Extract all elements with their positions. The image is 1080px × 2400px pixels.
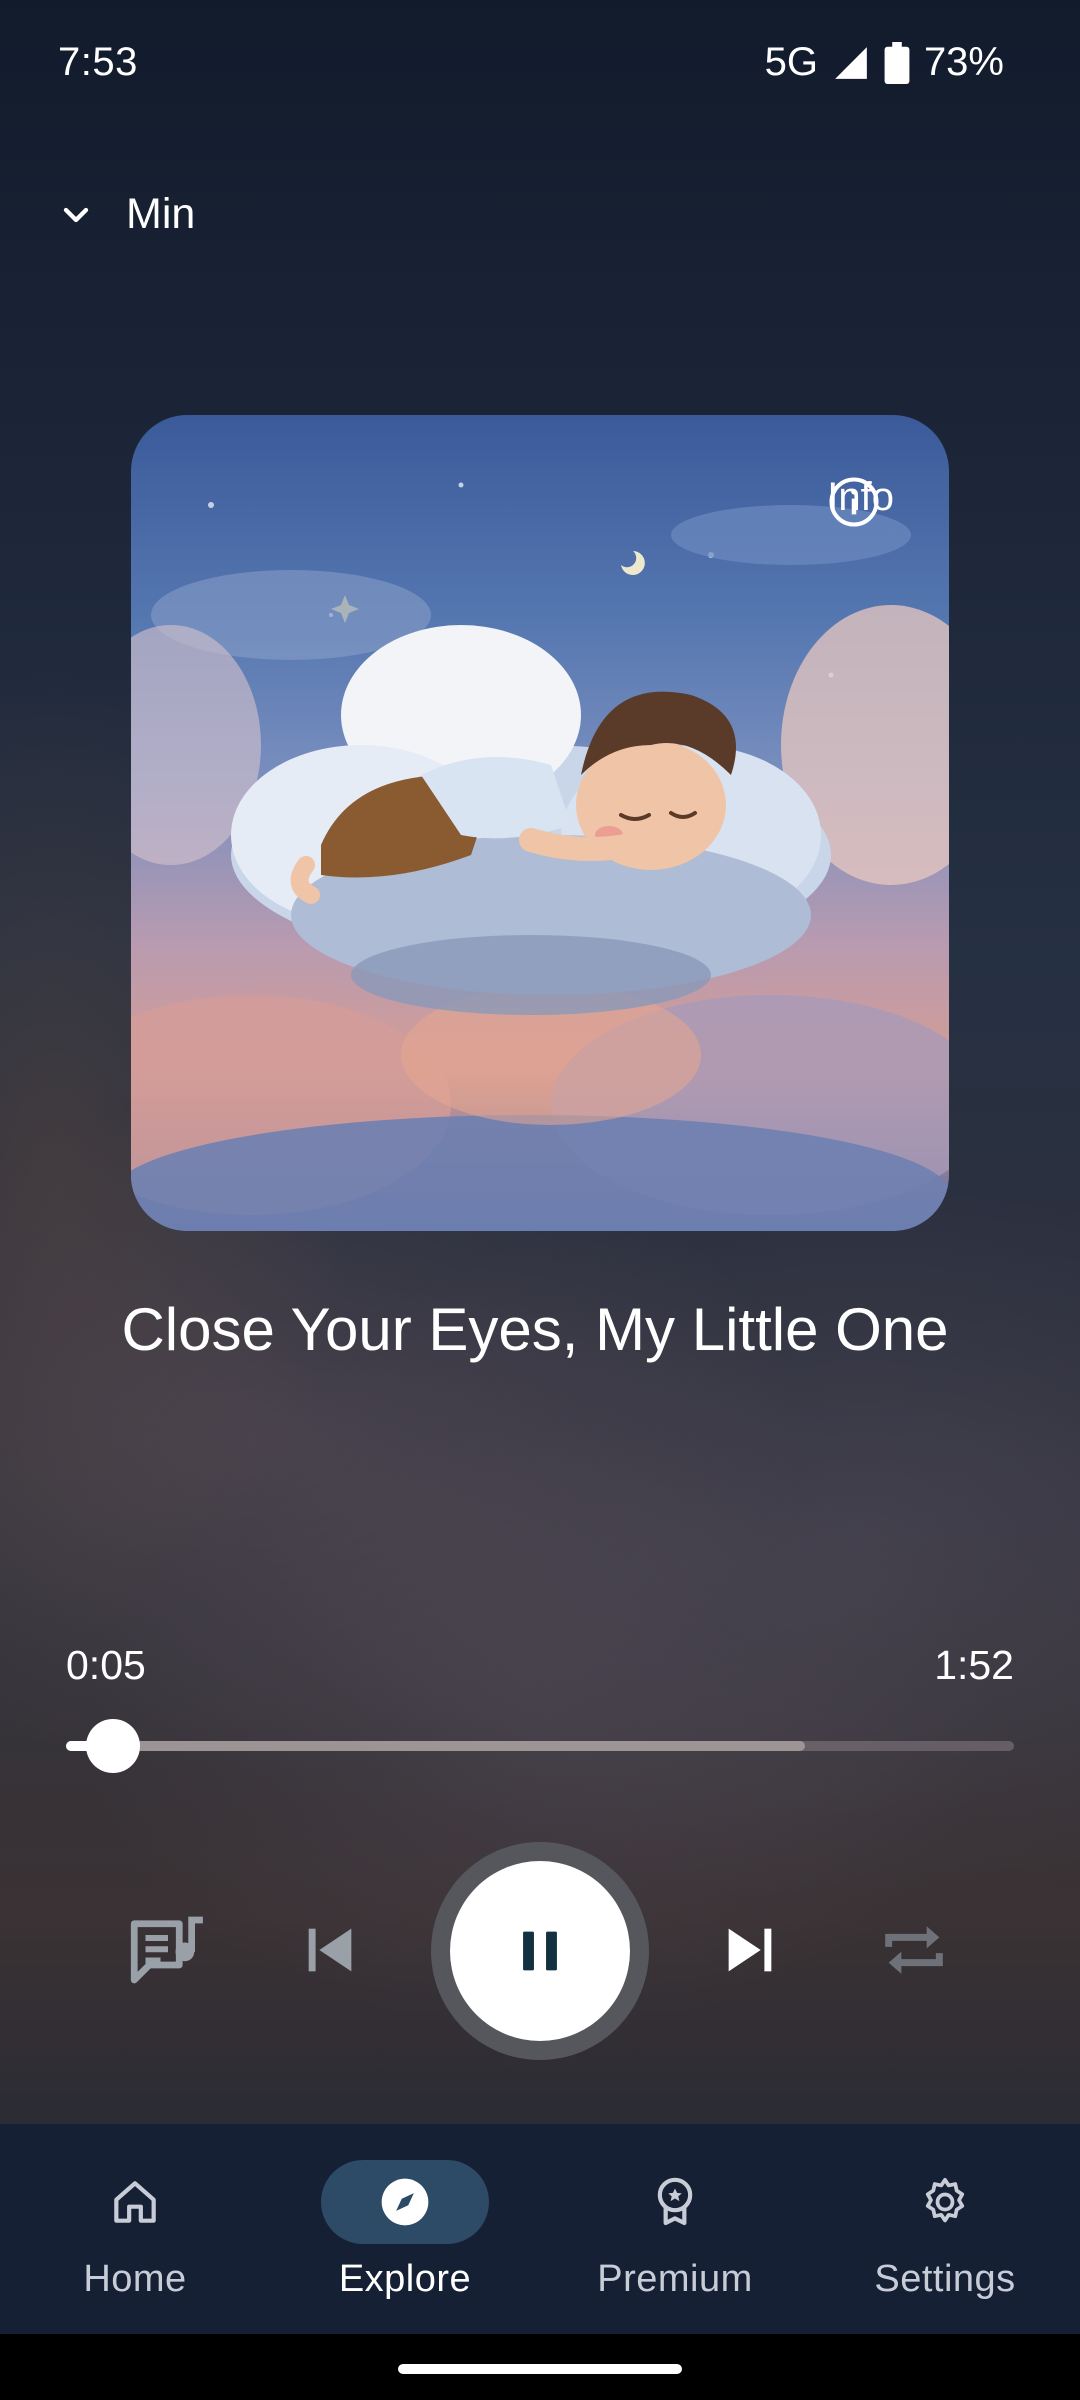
battery-icon <box>884 41 910 84</box>
skip-previous-icon <box>308 1928 352 1972</box>
pause-icon <box>523 1931 557 1971</box>
info-icon <box>829 477 879 527</box>
nav-pill-home <box>51 2160 219 2244</box>
gear-icon <box>925 2177 965 2223</box>
bottom-navigation: Home Explore Premium Settings <box>0 2124 1080 2334</box>
battery-percent: 73% <box>923 40 1004 84</box>
nav-pill-explore <box>321 2160 489 2244</box>
nav-label-explore: Explore <box>338 2258 472 2300</box>
repeat-icon <box>885 1926 943 1974</box>
network-type: 5G <box>764 40 818 84</box>
nav-label-premium: Premium <box>597 2258 753 2300</box>
album-artwork: Info <box>131 415 949 1231</box>
progress-thumb[interactable] <box>86 1719 141 1773</box>
compass-icon <box>381 2178 429 2226</box>
status-indicators: 5G 73% <box>765 40 1004 85</box>
chevron-down-icon <box>63 207 89 222</box>
track-title: Close Your Eyes, My Little One <box>121 1296 949 1363</box>
play-pause-inner[interactable] <box>450 1861 630 2041</box>
nav-item-explore[interactable]: Explore <box>295 2160 515 2310</box>
nav-pill-premium <box>591 2160 759 2244</box>
info-button[interactable]: Info <box>827 475 894 527</box>
status-time: 7:53 <box>58 40 138 84</box>
nav-label-home: Home <box>83 2258 187 2300</box>
current-time: 0:05 <box>66 1642 146 1688</box>
nav-label-settings: Settings <box>874 2258 1016 2300</box>
nav-pill-settings <box>861 2160 1029 2244</box>
home-icon <box>114 2181 156 2223</box>
artwork-illustration <box>131 482 949 1231</box>
previous-button[interactable] <box>280 1900 380 2000</box>
progress-buffered <box>66 1741 806 1751</box>
skip-next-icon <box>728 1928 772 1972</box>
lyrics-icon <box>130 1916 203 1984</box>
music-player-screen: 7:53 5G 73% Min Info Close Your Eyes, My… <box>0 0 1080 2400</box>
lyrics-button[interactable] <box>118 1900 218 2000</box>
nav-item-premium[interactable]: Premium <box>565 2160 785 2310</box>
next-button[interactable] <box>700 1900 800 2000</box>
minimize-player-button[interactable]: Min <box>56 190 195 239</box>
gesture-handle[interactable] <box>398 2364 682 2374</box>
nav-item-settings[interactable]: Settings <box>835 2160 1055 2310</box>
nav-item-home[interactable]: Home <box>25 2160 245 2310</box>
progress-slider[interactable] <box>66 1719 1014 1773</box>
premium-badge-icon <box>657 2177 693 2226</box>
status-bar: 7:53 5G 73% <box>0 0 1080 132</box>
total-time: 1:52 <box>934 1642 1014 1688</box>
signal-icon <box>835 46 867 79</box>
play-pause-button[interactable] <box>431 1842 649 2060</box>
minimize-label: Min <box>126 190 196 238</box>
repeat-button[interactable] <box>864 1900 964 2000</box>
